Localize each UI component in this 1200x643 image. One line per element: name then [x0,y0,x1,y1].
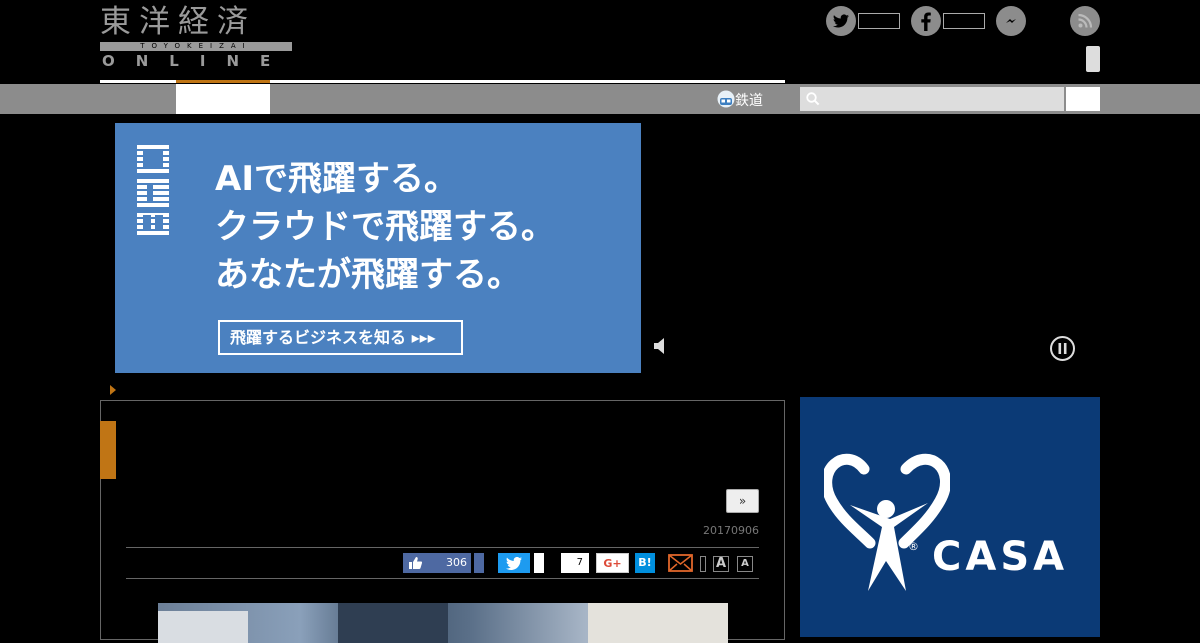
ad-cta-button[interactable]: 飛躍するビジネスを知る ▸▸▸ [218,320,463,355]
photo-building-left [158,611,248,643]
photo-building-right [588,603,728,643]
ibm-logo [137,145,169,235]
ad-headline-3: あなたが飛躍する。 [215,255,521,295]
logo-japanese[interactable]: 東洋経済 [100,4,292,40]
facebook-count [943,13,985,29]
triangle-right-icon [110,385,116,395]
pause-icon[interactable] [1049,335,1076,362]
nav-rail-label: 鉄道 [735,93,763,109]
twitter-icon[interactable] [826,6,856,36]
search-button[interactable] [1066,87,1100,111]
rss-icon[interactable] [1070,6,1100,36]
twitter-count [858,13,900,29]
photo-building-center [338,603,448,643]
mail-icon[interactable] [668,554,693,572]
next-page-button[interactable]: » [726,489,759,513]
font-size-large-button[interactable]: A [713,556,729,572]
tweet-button[interactable] [498,553,530,573]
speaker-icon[interactable] [654,337,668,355]
google-plus-button[interactable]: G+ [596,553,629,573]
pocket-button[interactable]: 7 [555,553,589,573]
nav-tab-active[interactable] [176,84,270,114]
thumbs-up-icon [409,557,422,569]
ad-headline-2: クラウドで飛躍する。 [215,207,555,247]
logo-romaji: TOYOKEIZAI [100,42,292,51]
nav-item-rail[interactable]: 鉄道 [717,90,763,109]
menu-button[interactable] [1086,46,1100,72]
casa-ad-banner[interactable]: ® CASA [800,397,1100,637]
messenger-icon[interactable] [996,6,1026,36]
casa-registered-mark: ® [908,540,919,553]
article-photo [158,603,728,643]
ibm-ad-banner[interactable]: AIで飛躍する。 クラウドで飛躍する。 あなたが飛躍する。 飛躍するビジネスを知… [115,123,641,373]
nav-active-accent [176,80,270,83]
train-icon [717,90,735,108]
facebook-icon[interactable] [911,6,941,36]
search-icon [806,92,820,106]
font-size-small-button[interactable]: A [737,556,753,572]
like-count: 306 [446,556,467,569]
tweet-count [530,553,544,573]
search-input[interactable] [800,87,1064,111]
casa-wordmark: CASA [932,534,1069,580]
category-marker [100,421,116,479]
twitter-bird-icon [506,557,522,570]
article-date: 20170906 [703,524,759,537]
logo-online[interactable]: ONLINE [102,52,294,70]
share-divider-top [126,547,759,548]
print-button[interactable] [700,556,706,572]
hatena-bookmark-button[interactable]: B! [635,553,655,573]
share-divider-bottom [126,578,759,579]
facebook-like-button[interactable]: 306 [403,553,471,573]
facebook-share-button[interactable] [474,553,484,573]
ad-headline-1: AIで飛躍する。 [215,159,458,199]
